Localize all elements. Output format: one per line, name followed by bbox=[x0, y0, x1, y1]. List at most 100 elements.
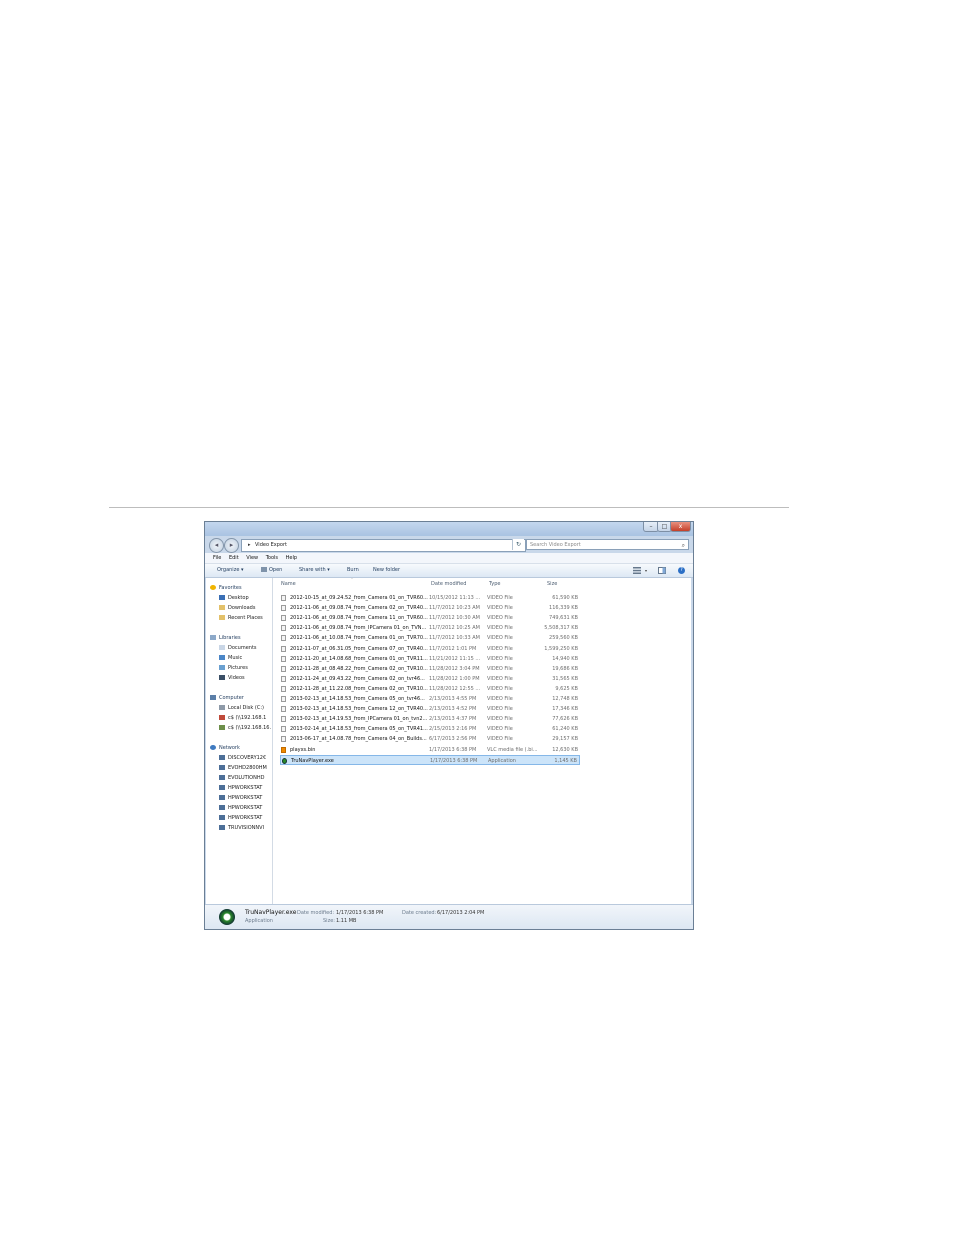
nav-item-music[interactable]: Music bbox=[219, 654, 272, 662]
file-row[interactable]: playxs.bin 1/17/2013 6:38 PM VLC media fil… bbox=[280, 745, 580, 755]
new-folder-button[interactable]: New folder bbox=[373, 564, 400, 577]
column-header-date-modified[interactable]: Date modified bbox=[431, 581, 466, 587]
nav-item-label: Music bbox=[228, 655, 243, 661]
file-type: VIDEO File bbox=[487, 675, 513, 682]
menu-help[interactable]: Help bbox=[286, 553, 297, 563]
file-size: 77,626 KB bbox=[552, 716, 578, 723]
file-name: 2012-11-28_at_08.48.22_from_Camera 02_on… bbox=[290, 665, 428, 672]
downloads-icon bbox=[219, 605, 225, 610]
file-type: VIDEO File bbox=[487, 645, 513, 652]
title-bar[interactable]: – □ x bbox=[205, 522, 693, 536]
column-header-size[interactable]: Size bbox=[547, 581, 557, 587]
file-row[interactable]: 2012-11-06_at_10.08.74_from_Camera 01_on… bbox=[280, 633, 580, 643]
file-date-modified: 2/13/2013 4:37 PM bbox=[429, 716, 477, 723]
search-input[interactable]: Search Video Export ⌕ bbox=[526, 539, 689, 550]
help-icon[interactable]: ? bbox=[678, 567, 685, 574]
nav-item-network-host[interactable]: HPWORKSTAT bbox=[219, 784, 272, 792]
details-created-value: 6/17/2013 2:04 PM bbox=[437, 910, 485, 916]
menu-file[interactable]: File bbox=[213, 553, 221, 563]
file-size: 259,560 KB bbox=[549, 635, 578, 642]
forward-arrow-icon[interactable]: ▸ bbox=[224, 538, 239, 553]
menu-view[interactable]: View bbox=[246, 553, 258, 563]
file-row[interactable]: 2012-11-20_at_14.08.68_from_Camera 01_on… bbox=[280, 654, 580, 664]
file-size: 61,240 KB bbox=[552, 726, 578, 733]
file-row[interactable]: 2012-11-06_at_09.08.74_from_Camera 02_on… bbox=[280, 603, 580, 613]
nav-network[interactable]: Network bbox=[210, 744, 240, 752]
nav-item-downloads[interactable]: Downloads bbox=[219, 604, 272, 612]
nav-favorites[interactable]: Favorites bbox=[210, 584, 242, 592]
column-header-name[interactable]: Name bbox=[281, 581, 296, 587]
menu-edit[interactable]: Edit bbox=[229, 553, 239, 563]
back-arrow-icon[interactable]: ◂ bbox=[209, 538, 224, 553]
address-bar[interactable]: ▸ Video Export ▾ bbox=[241, 539, 526, 552]
menu-tools[interactable]: Tools bbox=[266, 553, 278, 563]
file-row[interactable]: 2012-11-06_at_09.08.74_from_Camera 11_on… bbox=[280, 613, 580, 623]
file-row[interactable]: 2012-11-28_at_11.22.08_from_Camera 02_on… bbox=[280, 684, 580, 694]
file-type: VIDEO File bbox=[487, 736, 513, 743]
horizontal-rule bbox=[109, 507, 789, 508]
nav-item-network-host[interactable]: EVOHD2800HM bbox=[219, 764, 272, 772]
nav-computer[interactable]: Computer bbox=[210, 694, 244, 702]
nav-item-local-disk[interactable]: Local Disk (C:) bbox=[219, 704, 272, 712]
file-row[interactable]: 2012-11-24_at_09.43.22_from_Camera 02_on… bbox=[280, 674, 580, 684]
command-bar: Organize ▾ Open Share with ▾ Burn New fo… bbox=[205, 564, 693, 578]
file-type: VIDEO File bbox=[487, 726, 513, 733]
preview-pane-icon[interactable] bbox=[658, 567, 666, 574]
file-row[interactable]: 2013-02-13_at_14.19.53_from_IPCamera 01_… bbox=[280, 714, 580, 724]
file-row[interactable]: TruNavPlayer.exe 1/17/2013 6:38 PM Applica… bbox=[280, 754, 580, 765]
share-with-button[interactable]: Share with ▾ bbox=[299, 564, 330, 577]
library-icon bbox=[210, 635, 216, 640]
computer-icon bbox=[219, 765, 225, 770]
file-type: VIDEO File bbox=[487, 665, 513, 672]
search-icon[interactable]: ⌕ bbox=[682, 540, 685, 551]
nav-item-network-host[interactable]: DISCOVERY12€ bbox=[219, 754, 272, 762]
breadcrumb-path[interactable]: Video Export bbox=[255, 540, 287, 551]
nav-item-network-drive-2[interactable]: c$ (\\192.168.16. bbox=[219, 724, 272, 732]
drive-icon bbox=[219, 705, 225, 710]
nav-item-network-host[interactable]: HPWORKSTAT bbox=[219, 814, 272, 822]
file-date-modified: 11/7/2012 10:23 AM bbox=[429, 605, 480, 612]
menu-bar: File Edit View Tools Help bbox=[205, 553, 693, 564]
nav-item-label: HPWORKSTAT bbox=[228, 805, 263, 811]
nav-item-network-drive-1[interactable]: c$ (\\192.168.1 bbox=[219, 714, 272, 722]
close-button[interactable]: x bbox=[670, 522, 691, 532]
file-type: VIDEO File bbox=[487, 625, 513, 632]
file-row[interactable]: 2013-02-14_at_14.18.53_from_Camera 05_on… bbox=[280, 724, 580, 734]
file-row[interactable]: 2012-11-28_at_08.48.22_from_Camera 02_on… bbox=[280, 664, 580, 674]
nav-libraries[interactable]: Libraries bbox=[210, 634, 241, 642]
file-name: 2013-02-13_at_14.18.53_from_Camera 12_on… bbox=[290, 706, 428, 713]
nav-item-network-host[interactable]: TRUVISIONNVI bbox=[219, 824, 272, 832]
organize-button[interactable]: Organize ▾ bbox=[217, 564, 244, 577]
open-button[interactable]: Open bbox=[261, 564, 282, 577]
nav-item-documents[interactable]: Documents bbox=[219, 644, 272, 652]
details-modified-value: 1/17/2013 6:38 PM bbox=[336, 910, 384, 916]
nav-item-network-host[interactable]: EVOLUTIONHD bbox=[219, 774, 272, 782]
change-view-icon[interactable] bbox=[633, 567, 641, 574]
file-date-modified: 6/17/2013 2:56 PM bbox=[429, 736, 477, 743]
video-file-icon bbox=[281, 726, 286, 733]
network-drive-disconnected-icon bbox=[219, 715, 225, 720]
nav-item-recent-places[interactable]: Recent Places bbox=[219, 614, 272, 622]
view-dropdown-icon[interactable]: ▾ bbox=[645, 567, 653, 574]
column-header-type[interactable]: Type bbox=[489, 581, 500, 587]
file-row[interactable]: 2012-11-06_at_09.08.74_from_IPCamera 01_… bbox=[280, 623, 580, 633]
file-row[interactable]: 2013-02-13_at_14.18.53_from_Camera 05_on… bbox=[280, 694, 580, 704]
file-row[interactable]: 2013-02-13_at_14.18.53_from_Camera 12_on… bbox=[280, 704, 580, 714]
nav-item-desktop[interactable]: Desktop bbox=[219, 594, 272, 602]
computer-icon bbox=[219, 795, 225, 800]
file-row[interactable]: 2012-10-15_at_09.24.52_from_Camera 01_on… bbox=[280, 593, 580, 603]
nav-item-label: HPWORKSTAT bbox=[228, 785, 263, 791]
nav-item-network-host[interactable]: HPWORKSTAT bbox=[219, 804, 272, 812]
file-row[interactable]: 2013-06-17_at_14.08.78_from_Camera 04_on… bbox=[280, 734, 580, 744]
file-name: 2013-02-14_at_14.18.53_from_Camera 05_on… bbox=[290, 726, 428, 733]
nav-item-pictures[interactable]: Pictures bbox=[219, 664, 272, 672]
file-date-modified: 11/28/2012 12:55 ... bbox=[429, 685, 481, 692]
refresh-icon[interactable]: ↻ bbox=[512, 539, 524, 550]
video-file-icon bbox=[281, 675, 286, 682]
file-row[interactable]: 2012-11-07_at_06.31.05_from_Camera 07_on… bbox=[280, 644, 580, 654]
burn-button[interactable]: Burn bbox=[347, 564, 359, 577]
computer-icon bbox=[219, 805, 225, 810]
nav-item-network-host[interactable]: HPWORKSTAT bbox=[219, 794, 272, 802]
nav-item-label: Local Disk (C:) bbox=[228, 705, 264, 711]
nav-item-videos[interactable]: Videos bbox=[219, 674, 272, 682]
